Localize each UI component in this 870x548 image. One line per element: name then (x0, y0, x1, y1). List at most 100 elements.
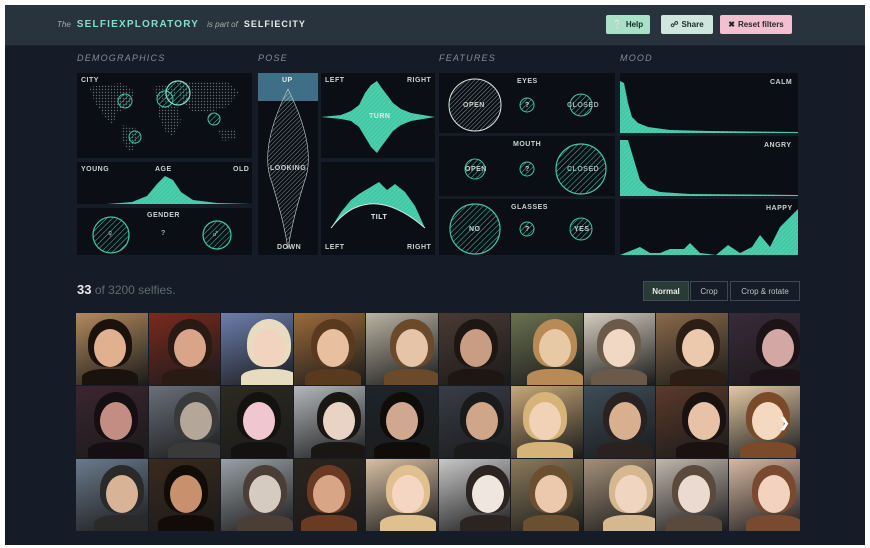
selfie-thumbnail[interactable] (438, 459, 510, 531)
selfie-thumbnail[interactable] (76, 386, 148, 458)
selfie-body (517, 442, 573, 458)
view-crop-button[interactable]: Crop (690, 281, 728, 301)
selfie-thumbnail[interactable] (511, 459, 583, 531)
view-normal-button[interactable]: Normal (643, 281, 689, 301)
city-bubble-bangkok[interactable] (207, 112, 221, 126)
section-mood: MOOD (620, 53, 653, 63)
selfie-body (749, 369, 800, 385)
tilt-left-label: LEFT (325, 244, 345, 251)
tilt-panel[interactable]: TILT LEFT RIGHT (321, 162, 435, 255)
selfie-thumbnail[interactable] (583, 386, 655, 458)
brand-prefix: The (57, 20, 71, 29)
view-crop-rotate-button[interactable]: Crop & rotate (730, 281, 800, 301)
mouth-open-label: OPEN (465, 166, 487, 173)
section-demographics: DEMOGRAPHICS (77, 53, 166, 63)
world-map (89, 80, 239, 153)
selfie-thumbnail[interactable] (728, 459, 800, 531)
selfie-body (161, 369, 218, 385)
selfie-body (670, 369, 726, 385)
reset-filters-button[interactable]: ✖ Reset filters (720, 15, 792, 34)
angry-panel[interactable]: ANGRY (620, 136, 798, 196)
selfie-thumbnail[interactable] (438, 386, 510, 458)
selfie-face (535, 475, 567, 513)
selfie-body (241, 369, 293, 385)
city-bubble-saopaulo[interactable] (128, 130, 142, 144)
close-icon: ✖ (728, 20, 735, 29)
tilt-label: TILT (371, 214, 388, 221)
selfie-face (243, 402, 275, 440)
selfie-thumbnail[interactable] (221, 313, 293, 385)
selfie-thumbnail[interactable] (293, 313, 365, 385)
selfie-body (82, 369, 138, 385)
city-bubble-moscow[interactable] (165, 80, 191, 106)
selfie-thumbnail[interactable] (438, 313, 510, 385)
selfie-body (447, 369, 504, 385)
city-bubble-nyc[interactable] (117, 93, 133, 109)
selfie-thumbnail[interactable] (76, 459, 148, 531)
chevron-right-icon[interactable]: ❯ (779, 415, 790, 431)
happy-panel[interactable]: HAPPY (620, 199, 798, 255)
city-map-panel[interactable]: CITY (77, 73, 252, 158)
selfie-thumbnail[interactable] (76, 313, 148, 385)
selfie-body (88, 442, 144, 458)
looking-panel[interactable]: UP LOOKING DOWN (258, 73, 318, 255)
selfie-grid (76, 313, 801, 531)
selfie-body (374, 442, 430, 458)
mouth-label: MOUTH (513, 141, 542, 148)
selfie-thumbnail[interactable] (366, 313, 438, 385)
selfie-face (539, 329, 571, 367)
mouth-panel[interactable]: MOUTH OPEN ? CLOSED (439, 136, 615, 196)
share-button[interactable]: ☍ Share (661, 15, 713, 34)
selfie-thumbnail[interactable] (221, 459, 293, 531)
selfie-face (757, 475, 790, 513)
gender-label: GENDER (147, 212, 180, 219)
selfie-face (173, 329, 206, 367)
selfie-thumbnail[interactable] (148, 313, 220, 385)
glasses-panel[interactable]: GLASSES NO ? YES (439, 199, 615, 255)
female-symbol-icon: ♀ (106, 228, 115, 240)
selfie-face (688, 402, 720, 440)
selfie-face (614, 475, 647, 513)
selfie-thumbnail[interactable] (656, 459, 728, 531)
selfie-thumbnail[interactable] (293, 386, 365, 458)
selfie-body (94, 515, 148, 531)
selfie-thumbnail[interactable] (656, 313, 728, 385)
selfie-thumbnail[interactable] (511, 386, 583, 458)
selfie-thumbnail[interactable] (656, 386, 728, 458)
eyes-panel[interactable]: EYES OPEN ? CLOSED (439, 73, 615, 133)
selfie-thumbnail[interactable] (366, 459, 438, 531)
selfie-face (465, 402, 498, 440)
reset-label: Reset filters (737, 20, 784, 29)
selfie-thumbnail[interactable] (221, 386, 293, 458)
selfie-thumbnail[interactable] (583, 459, 655, 531)
app-name-link[interactable]: SELFIEXPLORATORY (77, 19, 199, 30)
help-button[interactable]: ❔ Help (606, 15, 650, 34)
selfie-thumbnail[interactable] (148, 459, 220, 531)
turn-panel[interactable]: LEFT RIGHT TURN (321, 73, 435, 158)
mood-angry-label: ANGRY (764, 142, 792, 149)
selfie-thumbnail[interactable] (511, 313, 583, 385)
selfie-body (745, 515, 800, 531)
question-circle-icon: ❔ (612, 20, 623, 29)
age-panel[interactable]: YOUNG AGE OLD (77, 162, 252, 204)
selfie-thumbnail[interactable] (366, 386, 438, 458)
selfiecity-link[interactable]: SELFIECITY (244, 19, 306, 29)
selfie-body (300, 515, 357, 531)
city-label: CITY (81, 77, 99, 84)
selfie-face (459, 329, 492, 367)
selfie-face (249, 475, 281, 513)
selfie-thumbnail[interactable] (293, 459, 365, 531)
selfie-thumbnail[interactable] (728, 313, 800, 385)
calm-panel[interactable]: CALM (620, 73, 798, 133)
gender-unknown[interactable]: ? (161, 230, 166, 237)
age-label: AGE (155, 166, 172, 173)
brand-connector: is part of (207, 20, 238, 29)
gender-panel[interactable]: GENDER ♀ ♂ ? (77, 208, 252, 255)
top-bar: The SELFIEXPLORATORY is part of SELFIECITY … (5, 5, 865, 46)
turn-label: TURN (369, 113, 391, 120)
selfie-thumbnail[interactable] (583, 313, 655, 385)
selfie-face (608, 402, 641, 440)
eyes-closed-label: CLOSED (567, 102, 600, 109)
selfie-body (527, 369, 583, 385)
selfie-thumbnail[interactable] (148, 386, 220, 458)
